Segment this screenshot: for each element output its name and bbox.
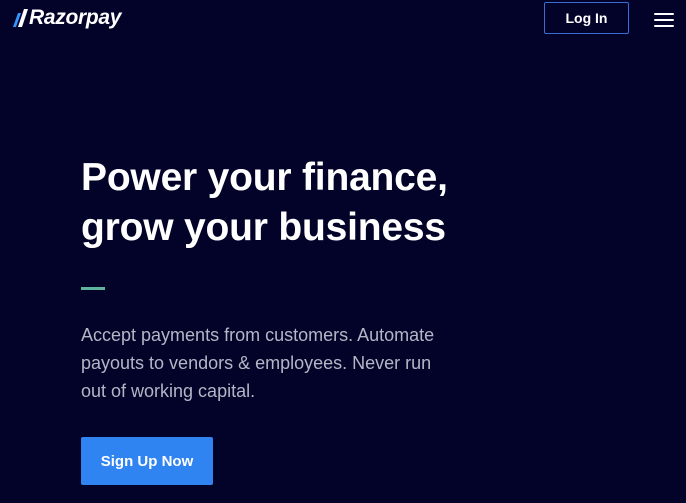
login-button[interactable]: Log In: [544, 2, 629, 34]
razorpay-logo[interactable]: Razorpay: [9, 7, 121, 29]
hero-subtitle-line-1: Accept payments from customers. Automate: [81, 325, 435, 345]
hero-title: Power your finance, grow your business: [81, 153, 541, 253]
hamburger-menu-icon[interactable]: [654, 13, 674, 27]
hero-subtitle-line-2: payouts to vendors & employees. Never ru…: [81, 353, 432, 373]
hero-title-line-2: grow your business: [81, 206, 446, 249]
sign-up-button[interactable]: Sign Up Now: [81, 437, 213, 485]
hero-subtitle: Accept payments from customers. Automate…: [81, 321, 481, 405]
landing-page: Razorpay Log In Power your finance, grow…: [0, 0, 686, 503]
logo-text: Razorpay: [29, 6, 122, 29]
hero-title-line-1: Power your finance,: [81, 156, 448, 199]
razorpay-logo-mark-icon: [13, 9, 28, 27]
hero-subtitle-line-3: out of working capital.: [81, 381, 256, 401]
accent-divider: [81, 287, 105, 290]
top-nav: Razorpay Log In: [0, 0, 686, 40]
